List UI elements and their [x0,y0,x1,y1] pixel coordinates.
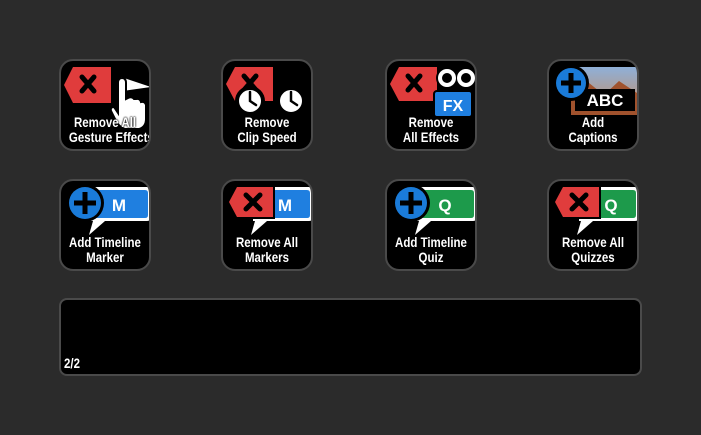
plus-circle-icon [553,65,589,101]
infinity-icon [436,67,475,89]
key-label: Add Timeline Quiz [395,234,467,265]
key-label: Remove All Markers [235,234,299,265]
key-label: Remove Clip Speed [237,114,297,145]
quiz-letter: Q [604,196,617,215]
remove-x-icon [226,185,275,219]
caption-text: ABC [587,91,624,110]
plus-circle-icon [66,184,104,222]
clock-icon [276,86,306,116]
add-timeline-marker-button[interactable]: M Add Timeline Marker [59,179,151,271]
marker-letter: M [278,196,292,215]
remove-all-markers-button[interactable]: M Remove All Markers [221,179,313,271]
key-label: Remove All Gesture Effects [68,114,151,145]
key-label: Add Captions [568,114,618,145]
clock-icon [235,86,265,116]
remove-clip-speed-button[interactable]: Remove Clip Speed [221,59,313,151]
page-indicator: 2/2 [64,355,80,371]
key-label: Remove All Effects [402,114,460,145]
remove-x-icon [552,185,601,219]
remove-all-effects-button[interactable]: FX Remove All Effects [385,59,477,151]
remove-all-gesture-effects-button[interactable]: Remove All Gesture Effects [59,59,151,151]
key-label: Add Timeline Marker [69,234,141,265]
plus-circle-icon [392,184,430,222]
key-label: Remove All Quizzes [561,234,625,265]
fx-badge-text: FX [443,98,464,115]
marker-letter: M [112,196,126,215]
remove-all-quizzes-button[interactable]: Q Remove All Quizzes [547,179,639,271]
quiz-letter: Q [438,196,451,215]
touch-strip[interactable]: 2/2 [59,298,642,376]
add-captions-button[interactable]: ABC Add Captions [547,59,639,151]
add-timeline-quiz-button[interactable]: Q Add Timeline Quiz [385,179,477,271]
